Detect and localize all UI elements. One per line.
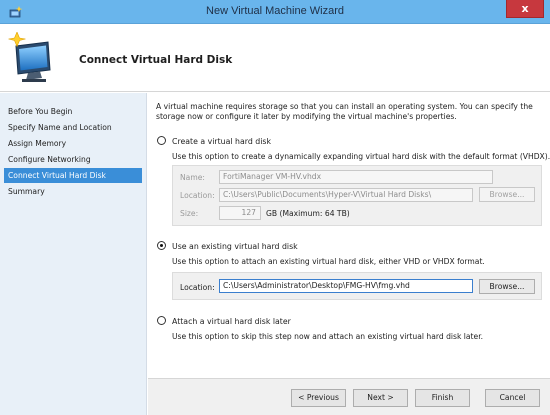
create-disk-label: Create a virtual hard disk (172, 137, 271, 146)
wizard-steps-nav: Before You Begin Specify Name and Locati… (0, 93, 147, 415)
name-label: Name: (180, 173, 205, 182)
virtual-disk-wizard-icon (8, 32, 51, 82)
wizard-header: Connect Virtual Hard Disk (0, 24, 550, 92)
attach-later-radio[interactable] (157, 316, 166, 325)
existing-disk-radio[interactable] (157, 241, 166, 250)
size-field[interactable]: 127 (219, 206, 261, 220)
window-title: New Virtual Machine Wizard (206, 5, 344, 17)
browse-button-disabled[interactable]: Browse... (479, 187, 535, 202)
nav-item-before-you-begin[interactable]: Before You Begin (4, 104, 142, 119)
browse-button[interactable]: Browse... (479, 279, 535, 294)
existing-disk-panel: Location: C:\Users\Administrator\Desktop… (172, 272, 542, 300)
title-bar: New Virtual Machine Wizard x (0, 0, 550, 24)
create-disk-option[interactable]: Create a virtual hard disk (157, 136, 271, 146)
existing-location-label: Location: (180, 283, 215, 292)
close-button[interactable]: x (506, 0, 544, 18)
next-button[interactable]: Next > (353, 389, 408, 407)
attach-later-label: Attach a virtual hard disk later (172, 317, 291, 326)
size-label: Size: (180, 209, 199, 218)
create-disk-description: Use this option to create a dynamically … (172, 152, 550, 161)
nav-item-assign-memory[interactable]: Assign Memory (4, 136, 142, 151)
finish-button[interactable]: Finish (415, 389, 470, 407)
close-icon: x (521, 2, 529, 15)
wizard-footer: < Previous Next > Finish Cancel (148, 378, 550, 415)
existing-disk-label: Use an existing virtual hard disk (172, 242, 298, 251)
attach-later-description: Use this option to skip this step now an… (172, 332, 484, 341)
name-field[interactable]: FortiManager VM-HV.vhdx (219, 170, 493, 184)
attach-later-option[interactable]: Attach a virtual hard disk later (157, 316, 291, 326)
existing-disk-option[interactable]: Use an existing virtual hard disk (157, 241, 298, 251)
cancel-button[interactable]: Cancel (485, 389, 540, 407)
nav-item-specify-name[interactable]: Specify Name and Location (4, 120, 142, 135)
size-unit-label: GB (Maximum: 64 TB) (266, 209, 350, 218)
nav-item-configure-networking[interactable]: Configure Networking (4, 152, 142, 167)
nav-item-summary[interactable]: Summary (4, 184, 142, 199)
location-label: Location: (180, 191, 215, 200)
location-field[interactable]: C:\Users\Public\Documents\Hyper-V\Virtua… (219, 188, 473, 202)
existing-disk-description: Use this option to attach an existing vi… (172, 257, 485, 266)
previous-button[interactable]: < Previous (291, 389, 346, 407)
create-disk-radio[interactable] (157, 136, 166, 145)
page-title: Connect Virtual Hard Disk (79, 54, 233, 66)
nav-item-connect-virtual-hard-disk[interactable]: Connect Virtual Hard Disk (4, 168, 142, 183)
create-disk-panel: Name: FortiManager VM-HV.vhdx Location: … (172, 165, 542, 226)
existing-location-input[interactable]: C:\Users\Administrator\Desktop\FMG-HV\fm… (219, 279, 473, 293)
intro-text: A virtual machine requires storage so th… (156, 102, 533, 121)
wizard-content: A virtual machine requires storage so th… (148, 93, 550, 378)
